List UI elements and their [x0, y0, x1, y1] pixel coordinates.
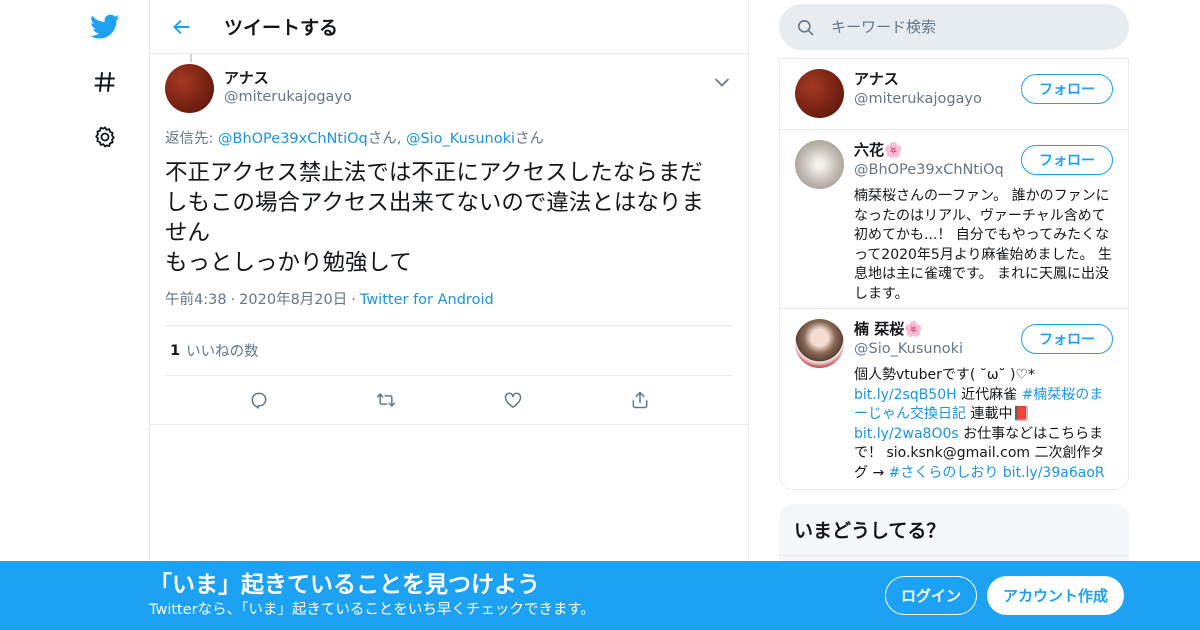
user-bio: 楠栞桜さんの一ファン。 誰かのファンになったのはリアル、ヴァーチャル含めて初めて…	[854, 188, 1113, 302]
banner-title: 「いま」起きていることを見つけよう	[149, 572, 540, 598]
reply-prefix: 返信先:	[165, 131, 218, 147]
book-emoji-icon: 📕	[1012, 406, 1030, 422]
follow-button[interactable]: フォロー	[1021, 324, 1113, 354]
meta-separator: ·	[351, 292, 356, 308]
author-name[interactable]: アナス	[224, 69, 352, 87]
share-icon[interactable]	[620, 380, 660, 420]
twitter-bird-icon[interactable]	[86, 8, 124, 46]
tweet-divider	[150, 424, 748, 425]
user-card[interactable]: 六花🌸 @BhOPe39xChNtiOq フォロー 楠栞桜さんの一ファン。 誰か…	[780, 129, 1128, 308]
user-card[interactable]: アナス @miterukajogayo フォロー	[780, 58, 1128, 129]
main-column: ツイートする アナス @miterukajogayo 返信先: @BhOPe39…	[149, 0, 749, 630]
bio-link[interactable]: bit.ly/39a6aoR	[1003, 465, 1105, 481]
tweet-author: アナス @miterukajogayo	[165, 64, 733, 116]
follow-button[interactable]: フォロー	[1021, 145, 1113, 175]
author-handle[interactable]: @miterukajogayo	[224, 87, 352, 107]
likes-label: いいねの数	[186, 344, 259, 360]
page-title: ツイートする	[224, 17, 339, 39]
gear-icon[interactable]	[86, 118, 124, 156]
related-users: アナス @miterukajogayo フォロー 六花🌸 @BhOPe39xCh…	[779, 58, 1129, 490]
avatar[interactable]	[795, 319, 844, 368]
bio-text: 連載中	[966, 406, 1013, 422]
user-card[interactable]: 楠 栞桜🌸 @Sio_Kusunoki フォロー 個人勢vtuberです( ˘ω…	[780, 308, 1128, 489]
reply-suffix-2: さん	[515, 131, 545, 147]
bio-text: 個人勢vtuberです( ˘ω˘ )♡*	[854, 367, 1036, 383]
likes-count: 1	[170, 342, 181, 359]
reply-icon[interactable]	[239, 380, 279, 420]
retweet-icon[interactable]	[366, 380, 406, 420]
tweet-detail: アナス @miterukajogayo 返信先: @BhOPe39xChNtiO…	[150, 54, 748, 425]
tweet-text: 不正アクセス禁止法では不正にアクセスしたならまだしもこの場合アクセス出来てないの…	[165, 160, 704, 276]
user-name[interactable]: 楠 栞桜🌸	[854, 319, 963, 339]
like-icon[interactable]	[493, 380, 533, 420]
flower-emoji-icon: 🌸	[884, 141, 903, 159]
user-handle[interactable]: @miterukajogayo	[854, 89, 982, 109]
reply-to-link-2[interactable]: @Sio_Kusunoki	[406, 131, 515, 147]
user-name[interactable]: アナス	[854, 69, 982, 89]
tweet-stats[interactable]: 1 いいねの数	[165, 325, 733, 376]
meta-separator: ·	[230, 292, 236, 308]
tweet-actions	[165, 376, 733, 424]
signup-banner: 「いま」起きていることを見つけよう Twitterなら、「いま」起きていることを…	[0, 561, 1200, 630]
signup-button[interactable]: アカウント作成	[987, 576, 1124, 615]
reply-suffix-1: さん	[367, 131, 397, 147]
back-arrow-icon[interactable]	[162, 7, 202, 47]
search-icon	[795, 17, 815, 37]
avatar[interactable]	[795, 140, 844, 189]
login-button[interactable]: ログイン	[885, 576, 977, 615]
flower-emoji-icon: 🌸	[904, 320, 923, 338]
page-header: ツイートする	[150, 0, 748, 54]
trends-title: いまどうしてる？	[779, 504, 1129, 556]
bio-hashtag-link[interactable]: #さくらのしおり	[889, 465, 999, 481]
banner-subtitle: Twitterなら、「いま」起きていることをいち早くチェックできます。	[149, 602, 595, 618]
user-name-text: 六花	[854, 141, 885, 159]
chevron-down-icon[interactable]	[710, 70, 734, 94]
user-bio: 個人勢vtuberです( ˘ω˘ )♡* bit.ly/2sqB50H 近代麻雀…	[854, 366, 1116, 483]
reply-to-line: 返信先: @BhOPe39xChNtiOqさん, @Sio_Kusunokiさん	[165, 129, 733, 149]
user-handle[interactable]: @Sio_Kusunoki	[854, 339, 963, 359]
tweet-source-link[interactable]: Twitter for Android	[360, 292, 494, 308]
user-name[interactable]: 六花🌸	[854, 140, 1004, 160]
left-nav	[80, 0, 130, 630]
search-input[interactable]	[831, 18, 1111, 36]
hashtag-icon[interactable]	[86, 63, 124, 101]
bio-text: 近代麻雀	[956, 386, 1022, 403]
tweet-date[interactable]: 2020年8月20日	[239, 292, 347, 308]
search-box[interactable]	[779, 4, 1129, 50]
tweet-time[interactable]: 午前4:38	[165, 292, 227, 308]
reply-to-link-1[interactable]: @BhOPe39xChNtiOq	[218, 131, 368, 147]
author-avatar[interactable]	[165, 64, 214, 113]
user-name-text: 楠 栞桜	[854, 320, 905, 338]
follow-button[interactable]: フォロー	[1021, 74, 1113, 104]
tweet-meta: 午前4:38 · 2020年8月20日 · Twitter for Android	[165, 290, 733, 310]
reply-separator: ,	[396, 131, 406, 147]
avatar[interactable]	[795, 69, 844, 118]
bio-link[interactable]: bit.ly/2sqB50H	[854, 387, 957, 403]
user-handle[interactable]: @BhOPe39xChNtiOq	[854, 160, 1004, 180]
bio-link[interactable]: bit.ly/2wa8O0s	[854, 426, 959, 442]
